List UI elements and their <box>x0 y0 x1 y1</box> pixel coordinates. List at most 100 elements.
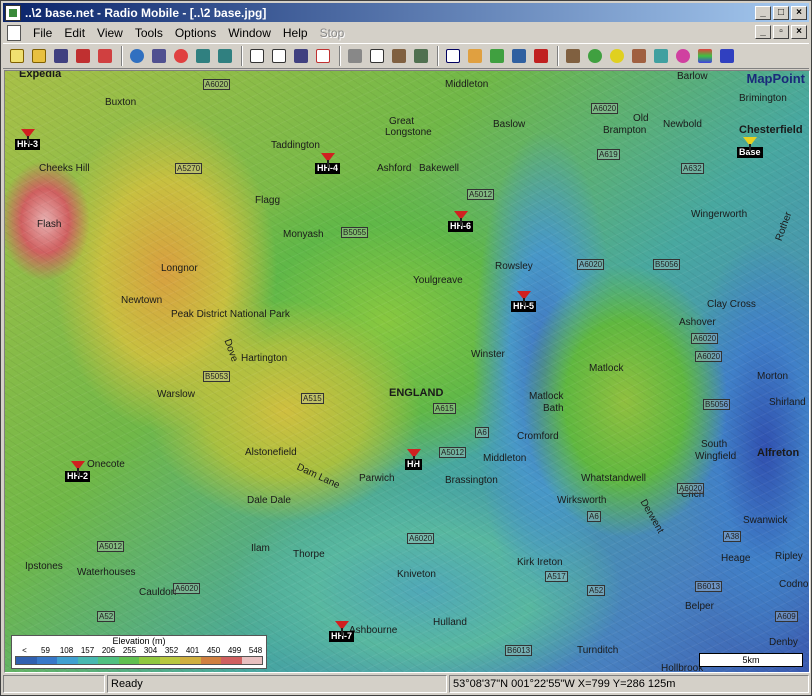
place-label: Ipstones <box>25 561 63 572</box>
grid-dots-icon[interactable] <box>487 46 507 66</box>
status-panel <box>3 675 105 693</box>
map-view[interactable]: MapPoint Buxton Barlow Brimington Cheste… <box>4 70 810 673</box>
legend-tick: 255 <box>122 646 137 655</box>
route-icon[interactable] <box>651 46 671 66</box>
place-label: Brassington <box>445 475 498 486</box>
export-icon[interactable] <box>269 46 289 66</box>
place-label: Cheeks Hill <box>39 163 90 174</box>
unit-properties-icon[interactable] <box>95 46 115 66</box>
road-label: A515 <box>301 393 324 404</box>
open-folder-icon[interactable] <box>29 46 49 66</box>
place-label: Waterhouses <box>77 567 136 578</box>
tower-icon[interactable] <box>629 46 649 66</box>
place-label: Heage <box>721 553 751 564</box>
print-icon[interactable] <box>345 46 365 66</box>
spectrum-icon[interactable] <box>717 46 737 66</box>
station-marker[interactable]: HH-5 <box>511 291 537 312</box>
new-icon[interactable] <box>7 46 27 66</box>
title-bar[interactable]: ..\2 base.net - Radio Mobile - [..\2 bas… <box>3 3 809 22</box>
last-icon[interactable] <box>215 46 235 66</box>
picture-icon[interactable] <box>247 46 267 66</box>
station-marker[interactable]: HH-3 <box>15 129 41 150</box>
radio-link-icon[interactable] <box>563 46 583 66</box>
place-label: Wingerworth <box>691 209 748 220</box>
style-icon[interactable] <box>171 46 191 66</box>
legend-tick: 450 <box>206 646 221 655</box>
menu-stop: Stop <box>319 25 345 40</box>
menu-help[interactable]: Help <box>277 26 314 40</box>
face-icon[interactable] <box>673 46 693 66</box>
app-icon[interactable] <box>5 4 21 21</box>
road-label: A5012 <box>467 189 495 200</box>
legend-swatch <box>16 657 37 664</box>
place-label: Parwich <box>359 473 395 484</box>
window-icon[interactable] <box>443 46 463 66</box>
dots-icon[interactable] <box>509 46 529 66</box>
legend-swatch <box>118 657 139 664</box>
menu-tools[interactable]: Tools <box>129 26 169 40</box>
place-label: Ashford <box>377 163 412 174</box>
place-label: Rowsley <box>495 261 533 272</box>
station-marker[interactable]: HH <box>405 449 422 470</box>
road-label: A517 <box>545 571 568 582</box>
map-properties-icon[interactable] <box>149 46 169 66</box>
place-label: Matlock <box>589 363 624 374</box>
place-label: Dale Dale <box>247 495 291 506</box>
antenna-icon <box>516 291 531 306</box>
place-label: Middleton <box>483 453 527 464</box>
mdi-minimize-button[interactable]: _ <box>755 25 771 39</box>
merge-icon[interactable] <box>411 46 431 66</box>
menu-view[interactable]: View <box>91 26 129 40</box>
station-marker[interactable]: HH-4 <box>315 153 341 174</box>
maximize-button[interactable]: □ <box>773 5 789 20</box>
delete-icon[interactable] <box>531 46 551 66</box>
target-icon[interactable] <box>607 46 627 66</box>
station-marker[interactable]: Base <box>737 137 763 158</box>
station-marker[interactable]: HH-7 <box>329 621 355 642</box>
place-label: Youlgreave <box>413 275 463 286</box>
legend-tick: 401 <box>185 646 200 655</box>
place-label: Belper <box>685 601 714 612</box>
place-label: Hollbrook <box>661 663 704 673</box>
antenna-icon <box>20 129 35 144</box>
road-label: A609 <box>775 611 798 622</box>
rainbow-icon[interactable] <box>695 46 715 66</box>
close-button[interactable]: × <box>791 5 807 20</box>
world-icon[interactable] <box>127 46 147 66</box>
place-label: Ashover <box>679 317 716 328</box>
place-label: Bakewell <box>419 163 460 174</box>
road-label: A6 <box>587 511 601 522</box>
place-label: Wirksworth <box>557 495 607 506</box>
antenna-icon <box>742 137 757 152</box>
person-icon[interactable] <box>465 46 485 66</box>
mdi-close-button[interactable]: × <box>791 25 807 39</box>
place-label: Swanwick <box>743 515 788 526</box>
document-icon[interactable] <box>7 24 21 41</box>
mdi-restore-button[interactable]: ▫ <box>773 25 789 39</box>
menu-window[interactable]: Window <box>222 26 277 40</box>
place-label: Onecote <box>87 459 125 470</box>
place-label: Ilam <box>251 543 270 554</box>
legend-color-bar <box>15 656 263 665</box>
first-icon[interactable] <box>193 46 213 66</box>
save-icon[interactable] <box>51 46 71 66</box>
place-label: Codnor <box>779 579 810 590</box>
save-picture-icon[interactable] <box>291 46 311 66</box>
station-marker[interactable]: HH-6 <box>448 211 474 232</box>
network-properties-icon[interactable] <box>73 46 93 66</box>
menu-file[interactable]: File <box>27 26 58 40</box>
main-window: ..\2 base.net - Radio Mobile - [..\2 bas… <box>0 0 812 696</box>
pdf-icon[interactable] <box>313 46 333 66</box>
legend-swatch <box>57 657 78 664</box>
menu-options[interactable]: Options <box>169 26 222 40</box>
station-marker[interactable]: HH-2 <box>65 461 91 482</box>
paste-icon[interactable] <box>389 46 409 66</box>
road-label: A6020 <box>695 351 723 362</box>
status-coordinates: 53°08'37"N 001°22'55"W X=799 Y=286 125m <box>449 675 809 693</box>
road-label: A6020 <box>577 259 605 270</box>
radio-coverage-icon[interactable] <box>585 46 605 66</box>
copy-icon[interactable] <box>367 46 387 66</box>
status-bar: Ready 53°08'37"N 001°22'55"W X=799 Y=286… <box>3 675 809 695</box>
minimize-button[interactable]: _ <box>755 5 771 20</box>
menu-edit[interactable]: Edit <box>58 26 91 40</box>
